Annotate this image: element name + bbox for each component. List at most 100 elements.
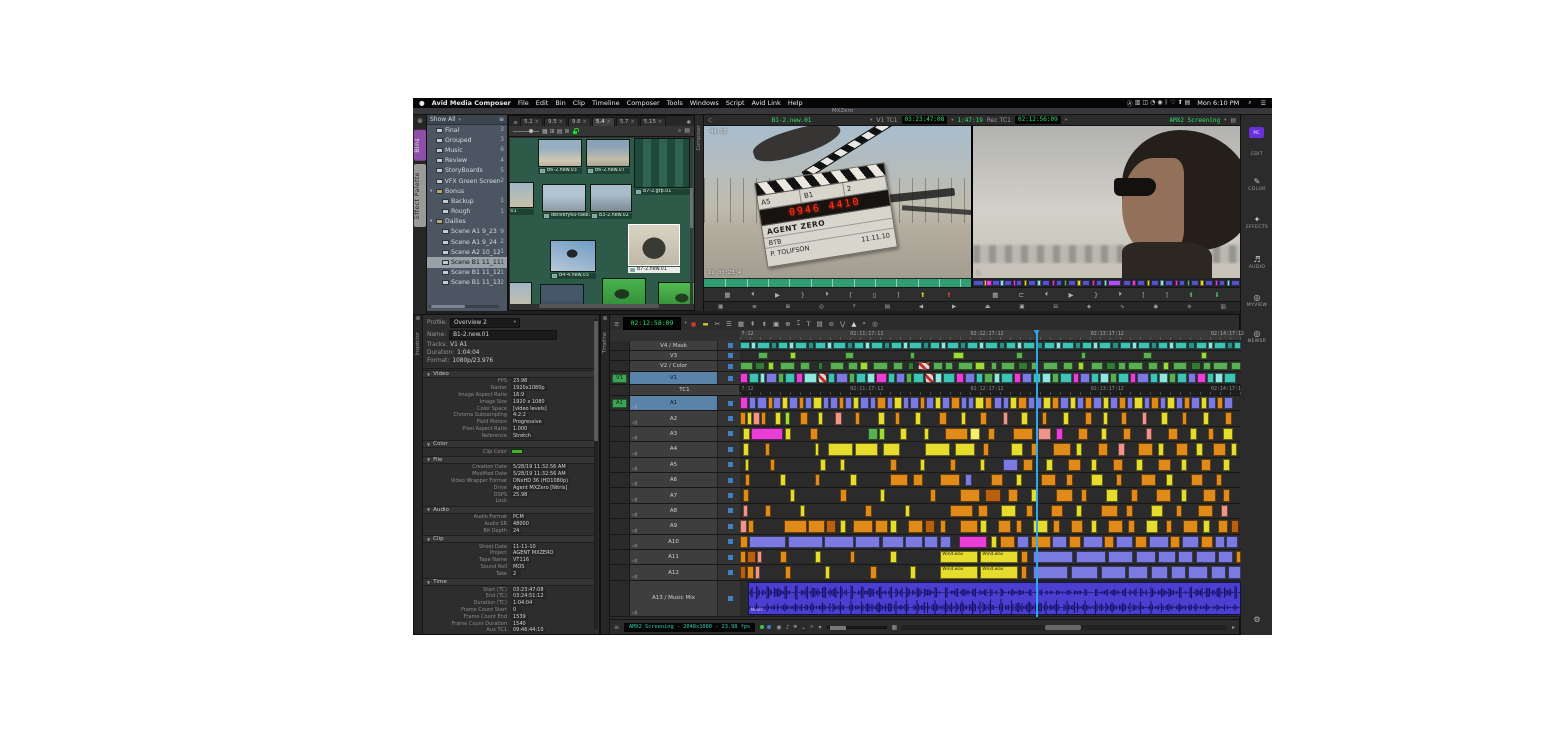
clip-segment[interactable] <box>747 520 754 533</box>
clip-segment[interactable] <box>965 474 973 487</box>
bin-fast-menu-icon[interactable]: ≡ <box>511 120 520 126</box>
focus-button-icon[interactable]: ▾ <box>819 624 822 631</box>
clip-segment[interactable] <box>740 566 746 579</box>
clip-segment[interactable] <box>1025 504 1033 518</box>
speaker-icon[interactable]: ◁) <box>632 452 637 457</box>
clip-segment[interactable] <box>1195 443 1203 456</box>
clip-segment[interactable] <box>1173 362 1188 370</box>
clip-segment[interactable] <box>1195 342 1207 349</box>
clip-segment[interactable] <box>1059 397 1069 410</box>
track-header-a3[interactable]: A3 ◁) <box>610 426 740 443</box>
clip-segment[interactable] <box>975 373 983 383</box>
clip-segment[interactable] <box>910 566 917 579</box>
track-name[interactable]: V1 <box>630 372 718 384</box>
track-header-a9[interactable]: A9 ◁) <box>610 519 740 535</box>
clip-segment[interactable] <box>767 397 773 410</box>
timeline-tool-icon[interactable]: ⌶ <box>797 319 801 328</box>
clip-segment[interactable] <box>833 342 846 349</box>
clip-segment[interactable] <box>785 373 796 383</box>
timeline-zoom-slider[interactable] <box>826 625 887 630</box>
clip-segment[interactable] <box>1107 280 1122 286</box>
timeline-tool-icon[interactable]: ▤ <box>816 320 822 328</box>
clip-segment[interactable] <box>1069 397 1076 410</box>
clip-segment[interactable] <box>804 373 818 383</box>
clip-segment[interactable] <box>895 412 901 425</box>
clip-segment[interactable] <box>742 504 748 518</box>
clip-segment[interactable] <box>935 397 942 410</box>
clip-segment[interactable] <box>1197 373 1207 383</box>
composer-tool-icon[interactable]: ◀ <box>919 304 923 310</box>
clip-segment[interactable] <box>940 342 946 349</box>
clip-segment[interactable] <box>1070 566 1099 579</box>
clip-segment[interactable] <box>1183 520 1199 533</box>
clip-segment[interactable] <box>1145 520 1159 533</box>
clip-segment[interactable] <box>1037 280 1042 286</box>
clip-segment[interactable] <box>1223 489 1231 502</box>
clip-segment[interactable] <box>867 427 878 441</box>
clip-segment[interactable] <box>952 352 964 359</box>
track-name[interactable]: A12 ◁) <box>630 565 718 580</box>
track-header-a5[interactable]: A5 ◁) <box>610 457 740 473</box>
speaker-icon[interactable]: ◁) <box>632 405 637 410</box>
clip-segment[interactable] <box>960 489 981 502</box>
clip-segment[interactable] <box>1224 412 1232 425</box>
clip-segment[interactable] <box>755 362 766 370</box>
clip-segment[interactable] <box>820 458 827 471</box>
dock-tab-bins[interactable]: Bins <box>413 130 426 161</box>
timeline-ruler[interactable]: 7:12 02:11:17:12 02:12:17:12 02:13:17:12 02:… <box>740 330 1244 341</box>
clip-segment[interactable] <box>942 397 950 410</box>
clip-segment[interactable] <box>800 504 806 518</box>
clip-segment[interactable] <box>1190 397 1200 410</box>
timeline-tool-icon[interactable]: ⊘ <box>829 320 834 328</box>
track-record-icon[interactable] <box>727 343 733 348</box>
track-name[interactable]: A2 ◁) <box>630 411 718 426</box>
clip-segment[interactable] <box>855 443 878 456</box>
clip-segment[interactable] <box>865 504 873 518</box>
source-patch-v1[interactable]: V1 <box>611 373 628 383</box>
clip-segment[interactable] <box>1100 566 1126 579</box>
view-toggle-icon[interactable]: ▤ <box>557 128 563 135</box>
clip-segment[interactable] <box>855 535 881 548</box>
clip-segment[interactable] <box>777 342 788 349</box>
clip-segment[interactable] <box>1063 412 1070 425</box>
clip-segment[interactable] <box>1099 342 1112 349</box>
section-header[interactable]: ▼ Video <box>423 370 595 378</box>
clip-segment[interactable] <box>896 373 906 383</box>
sidebar-item-scene-b1-11-12[interactable]: Scene B1 11_12 1 <box>427 268 507 278</box>
clip-segment[interactable] <box>983 373 993 383</box>
clip-segment[interactable] <box>1000 504 1016 518</box>
clip-segment[interactable] <box>836 373 848 383</box>
clip-segment[interactable] <box>1105 362 1116 370</box>
clip-segment[interactable] <box>1205 280 1214 286</box>
menu-composer[interactable]: Composer <box>627 99 660 107</box>
clip-segment[interactable] <box>756 397 767 410</box>
workspace-audio[interactable]: ♬ AUDIO <box>1241 255 1273 270</box>
clip-segment[interactable] <box>1014 373 1022 383</box>
clip-segment[interactable] <box>1203 412 1210 425</box>
clip-segment[interactable] <box>855 412 861 425</box>
clip-segment[interactable] <box>740 412 746 425</box>
timeline-tool-icon[interactable]: ⋁ <box>840 320 845 328</box>
clip-segment[interactable] <box>905 504 911 518</box>
track-header-a4[interactable]: A4 ◁) <box>610 442 740 458</box>
bin-clip[interactable]: B6-2.new.03 <box>538 139 582 174</box>
track-name[interactable]: A9 ◁) <box>630 519 718 534</box>
clip-segment[interactable] <box>1023 458 1034 471</box>
clip-segment[interactable] <box>1151 397 1159 410</box>
transport-button-icon[interactable]: ▦ <box>724 291 730 299</box>
clip-segment[interactable] <box>1218 280 1226 286</box>
clip-segment[interactable] <box>1053 520 1061 533</box>
clip-segment[interactable] <box>975 397 985 410</box>
clip-segment[interactable] <box>1224 373 1236 383</box>
clip-segment[interactable] <box>1082 342 1093 349</box>
clip-segment[interactable] <box>1041 412 1047 425</box>
clip-segment[interactable] <box>1230 362 1241 370</box>
track-header-a6[interactable]: A6 ◁) <box>610 473 740 489</box>
clip-segment[interactable] <box>1118 362 1126 370</box>
track-record-icon[interactable] <box>727 523 733 529</box>
composer-tool-icon[interactable]: ⌕ <box>853 303 856 310</box>
clip-segment[interactable] <box>999 342 1006 349</box>
clip-segment[interactable] <box>1119 342 1131 349</box>
record-position-bar[interactable] <box>973 279 1240 287</box>
clip-segment[interactable] <box>1065 474 1073 487</box>
